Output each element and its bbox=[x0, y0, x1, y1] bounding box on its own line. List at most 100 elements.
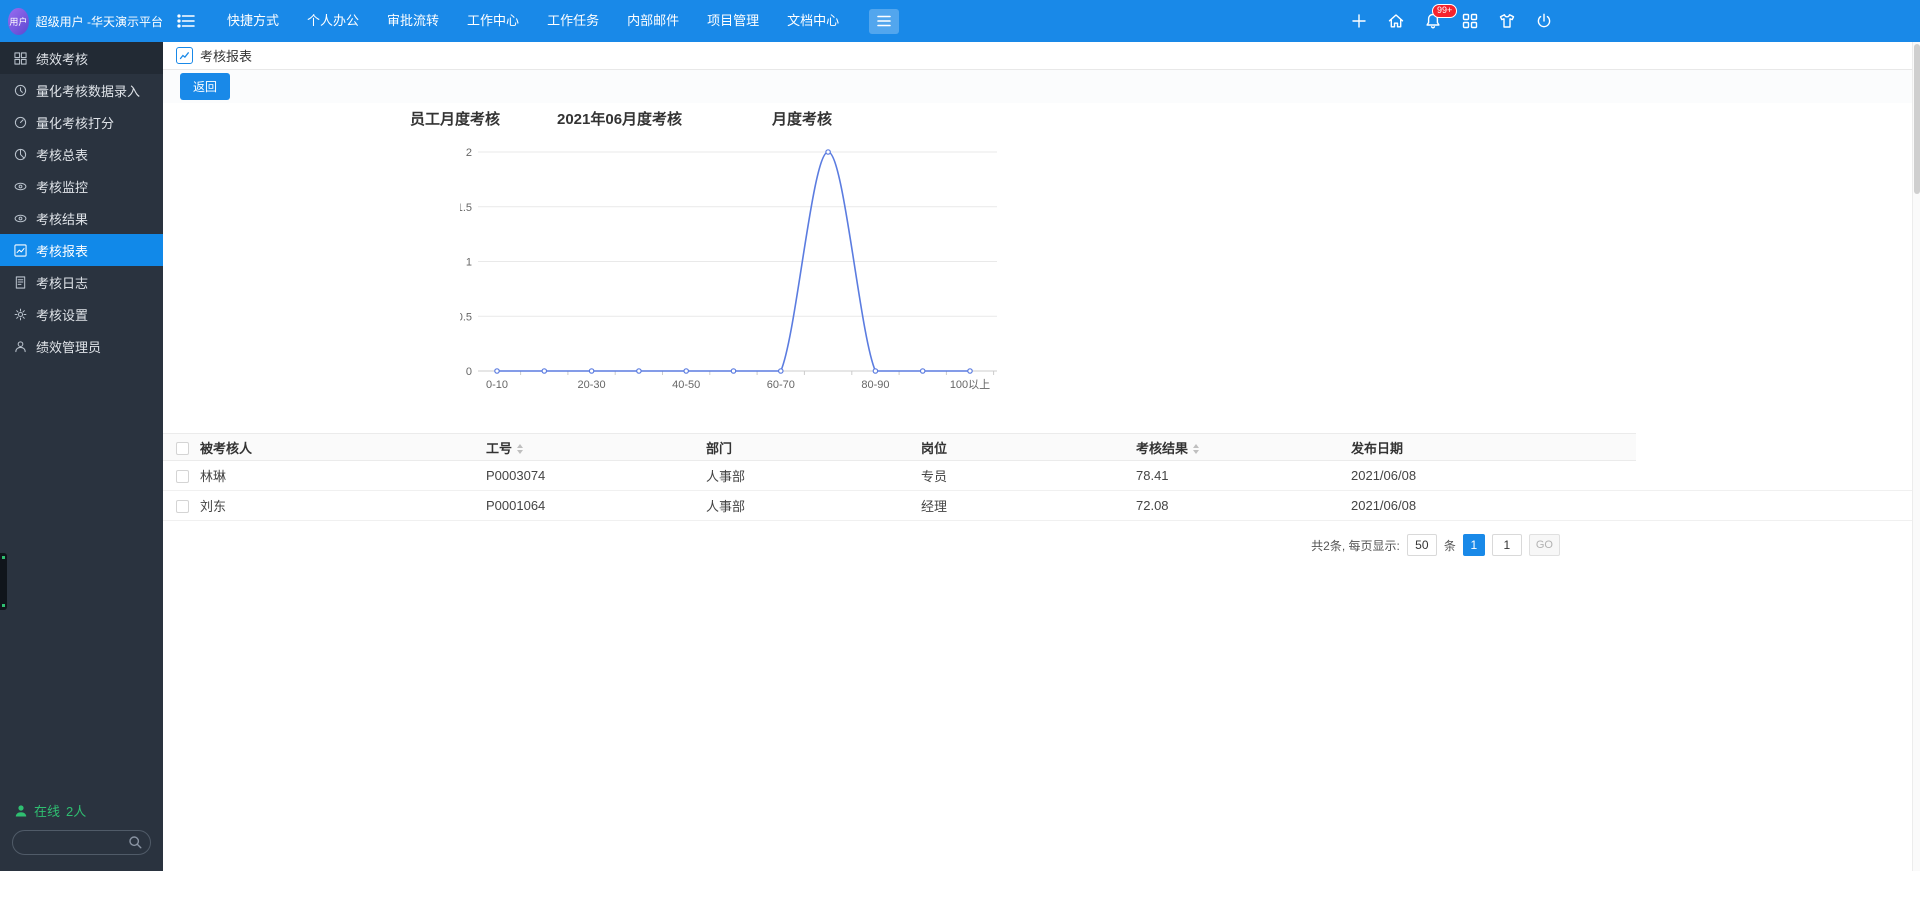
score-icon bbox=[14, 116, 27, 129]
nav-item-2[interactable]: 个人办公 bbox=[293, 0, 373, 42]
sidebar-item-10[interactable]: 绩效管理员 bbox=[0, 330, 163, 362]
scrollbar-thumb[interactable] bbox=[1914, 44, 1920, 194]
table-body: 林琳P0003074人事部专员78.412021/06/08刘东P0001064… bbox=[163, 461, 1920, 521]
table-header-row: 被考核人工号部门岗位考核结果发布日期 bbox=[163, 434, 1920, 461]
power-icon[interactable] bbox=[1534, 11, 1554, 31]
sidebar-item-5[interactable]: 考核监控 bbox=[0, 170, 163, 202]
online-count: 2人 bbox=[66, 801, 86, 820]
online-label: 在线 bbox=[34, 801, 60, 820]
sidebar-item-6[interactable]: 考核结果 bbox=[0, 202, 163, 234]
sidebar-item-label: 绩效管理员 bbox=[36, 337, 101, 356]
sidebar-item-7[interactable]: 考核报表 bbox=[0, 234, 163, 266]
sidebar-item-9[interactable]: 考核设置 bbox=[0, 298, 163, 330]
sidebar-item-4[interactable]: 考核总表 bbox=[0, 138, 163, 170]
page-button-1[interactable]: 1 bbox=[1463, 534, 1485, 556]
row-checkbox[interactable] bbox=[176, 470, 189, 483]
brand-title: 超级用户 -华天演示平台 bbox=[36, 13, 163, 30]
bell-icon[interactable]: 99+ bbox=[1423, 11, 1443, 31]
brand: 用户 超级用户 -华天演示平台 bbox=[0, 8, 163, 35]
user-online-icon bbox=[14, 804, 28, 818]
apps-icon[interactable] bbox=[1460, 11, 1480, 31]
nav-item-3[interactable]: 审批流转 bbox=[373, 0, 453, 42]
sidebar-item-8[interactable]: 考核日志 bbox=[0, 266, 163, 298]
nav-item-5[interactable]: 工作任务 bbox=[533, 0, 613, 42]
sidebar-item-label: 量化考核数据录入 bbox=[36, 81, 140, 100]
cell-post: 专员 bbox=[921, 461, 1136, 491]
page-size-input[interactable] bbox=[1407, 534, 1437, 556]
plus-icon[interactable] bbox=[1349, 11, 1369, 31]
sidebar-item-label: 考核设置 bbox=[36, 305, 88, 324]
nav-item-6[interactable]: 内部邮件 bbox=[613, 0, 693, 42]
sidebar-item-label: 考核日志 bbox=[36, 273, 88, 292]
skin-icon[interactable] bbox=[1497, 11, 1517, 31]
table-header: 被考核人工号部门岗位考核结果发布日期 bbox=[163, 434, 1920, 461]
cell-score: 78.41 bbox=[1136, 461, 1351, 491]
nav-item-1[interactable]: 快捷方式 bbox=[213, 0, 293, 42]
col-dept: 部门 bbox=[706, 434, 921, 461]
sidebar-bottom: 在线 2人 bbox=[0, 801, 163, 855]
home-icon[interactable] bbox=[1386, 11, 1406, 31]
sidebar-item-2[interactable]: 量化考核数据录入 bbox=[0, 74, 163, 106]
chart-subtitle: 2021年06月度考核 bbox=[557, 108, 682, 129]
chart-title: 员工月度考核 bbox=[410, 108, 500, 129]
row-checkbox[interactable] bbox=[176, 500, 189, 513]
svg-text:0: 0 bbox=[466, 366, 472, 378]
col-id[interactable]: 工号 bbox=[486, 434, 706, 461]
sidebar-item-label: 考核总表 bbox=[36, 145, 88, 164]
svg-text:0.5: 0.5 bbox=[460, 311, 472, 323]
nav-item-4[interactable]: 工作中心 bbox=[453, 0, 533, 42]
results-table: 被考核人工号部门岗位考核结果发布日期 林琳P0003074人事部专员78.412… bbox=[163, 433, 1920, 521]
main-content: 考核报表 返回 员工月度考核 2021年06月度考核 月度考核 00.511.5… bbox=[163, 42, 1920, 556]
sidebar-item-label: 量化考核打分 bbox=[36, 113, 114, 132]
sidebar-drag-handle[interactable] bbox=[0, 553, 7, 610]
topbar-icons: 99+ bbox=[1349, 11, 1554, 31]
sidebar-item-label: 绩效考核 bbox=[36, 49, 88, 68]
nav-item-8[interactable]: 文档中心 bbox=[773, 0, 853, 42]
nav-more-button[interactable] bbox=[869, 9, 899, 34]
svg-text:60-70: 60-70 bbox=[767, 379, 795, 391]
notification-badge: 99+ bbox=[1432, 4, 1457, 18]
sort-icon[interactable] bbox=[1193, 444, 1199, 454]
cell-id: P0003074 bbox=[486, 461, 706, 491]
sidebar-menu: 绩效考核量化考核数据录入量化考核打分考核总表考核监控考核结果考核报表考核日志考核… bbox=[0, 42, 163, 362]
topbar: 用户 超级用户 -华天演示平台 快捷方式个人办公审批流转工作中心工作任务内部邮件… bbox=[0, 0, 1920, 42]
vertical-scrollbar[interactable] bbox=[1912, 42, 1920, 871]
nav-item-7[interactable]: 项目管理 bbox=[693, 0, 773, 42]
clock-icon bbox=[14, 84, 27, 97]
header-checkbox-cell bbox=[163, 434, 200, 461]
col-score[interactable]: 考核结果 bbox=[1136, 434, 1351, 461]
report-icon bbox=[176, 47, 193, 64]
select-all-checkbox[interactable] bbox=[176, 442, 189, 455]
sidebar: 绩效考核量化考核数据录入量化考核打分考核总表考核监控考核结果考核报表考核日志考核… bbox=[0, 42, 163, 871]
sidebar-item-1[interactable]: 绩效考核 bbox=[0, 42, 163, 74]
sidebar-item-3[interactable]: 量化考核打分 bbox=[0, 106, 163, 138]
app-logo: 用户 bbox=[8, 8, 29, 35]
go-button[interactable]: GO bbox=[1529, 534, 1560, 556]
svg-text:0-10: 0-10 bbox=[486, 379, 508, 391]
cell-date: 2021/06/08 bbox=[1351, 461, 1636, 491]
svg-text:40-50: 40-50 bbox=[672, 379, 700, 391]
row-checkbox-cell bbox=[163, 461, 200, 491]
cell-score: 72.08 bbox=[1136, 491, 1351, 521]
eye-icon bbox=[14, 212, 27, 225]
back-button[interactable]: 返回 bbox=[180, 73, 230, 100]
cell-id: P0001064 bbox=[486, 491, 706, 521]
chart-icon bbox=[14, 244, 27, 257]
doc-icon bbox=[14, 276, 27, 289]
goto-page-input[interactable] bbox=[1492, 534, 1522, 556]
menu-list-icon[interactable] bbox=[177, 13, 197, 29]
svg-text:1.5: 1.5 bbox=[460, 202, 472, 214]
cell-name: 刘东 bbox=[200, 491, 486, 521]
chart-panel: 员工月度考核 2021年06月度考核 月度考核 00.511.520-1020-… bbox=[163, 103, 1920, 433]
sidebar-item-label: 考核监控 bbox=[36, 177, 88, 196]
row-checkbox-cell bbox=[163, 491, 200, 521]
online-status: 在线 2人 bbox=[12, 801, 151, 820]
breadcrumb-bar: 考核报表 bbox=[163, 42, 1920, 70]
toolbar: 返回 bbox=[163, 70, 1920, 103]
table-row: 林琳P0003074人事部专员78.412021/06/08 bbox=[163, 461, 1920, 491]
sort-icon[interactable] bbox=[517, 444, 523, 454]
svg-text:100以上: 100以上 bbox=[950, 378, 990, 391]
gear-icon bbox=[14, 308, 27, 321]
table-row: 刘东P0001064人事部经理72.082021/06/08 bbox=[163, 491, 1920, 521]
pagination-unit: 条 bbox=[1444, 537, 1456, 554]
